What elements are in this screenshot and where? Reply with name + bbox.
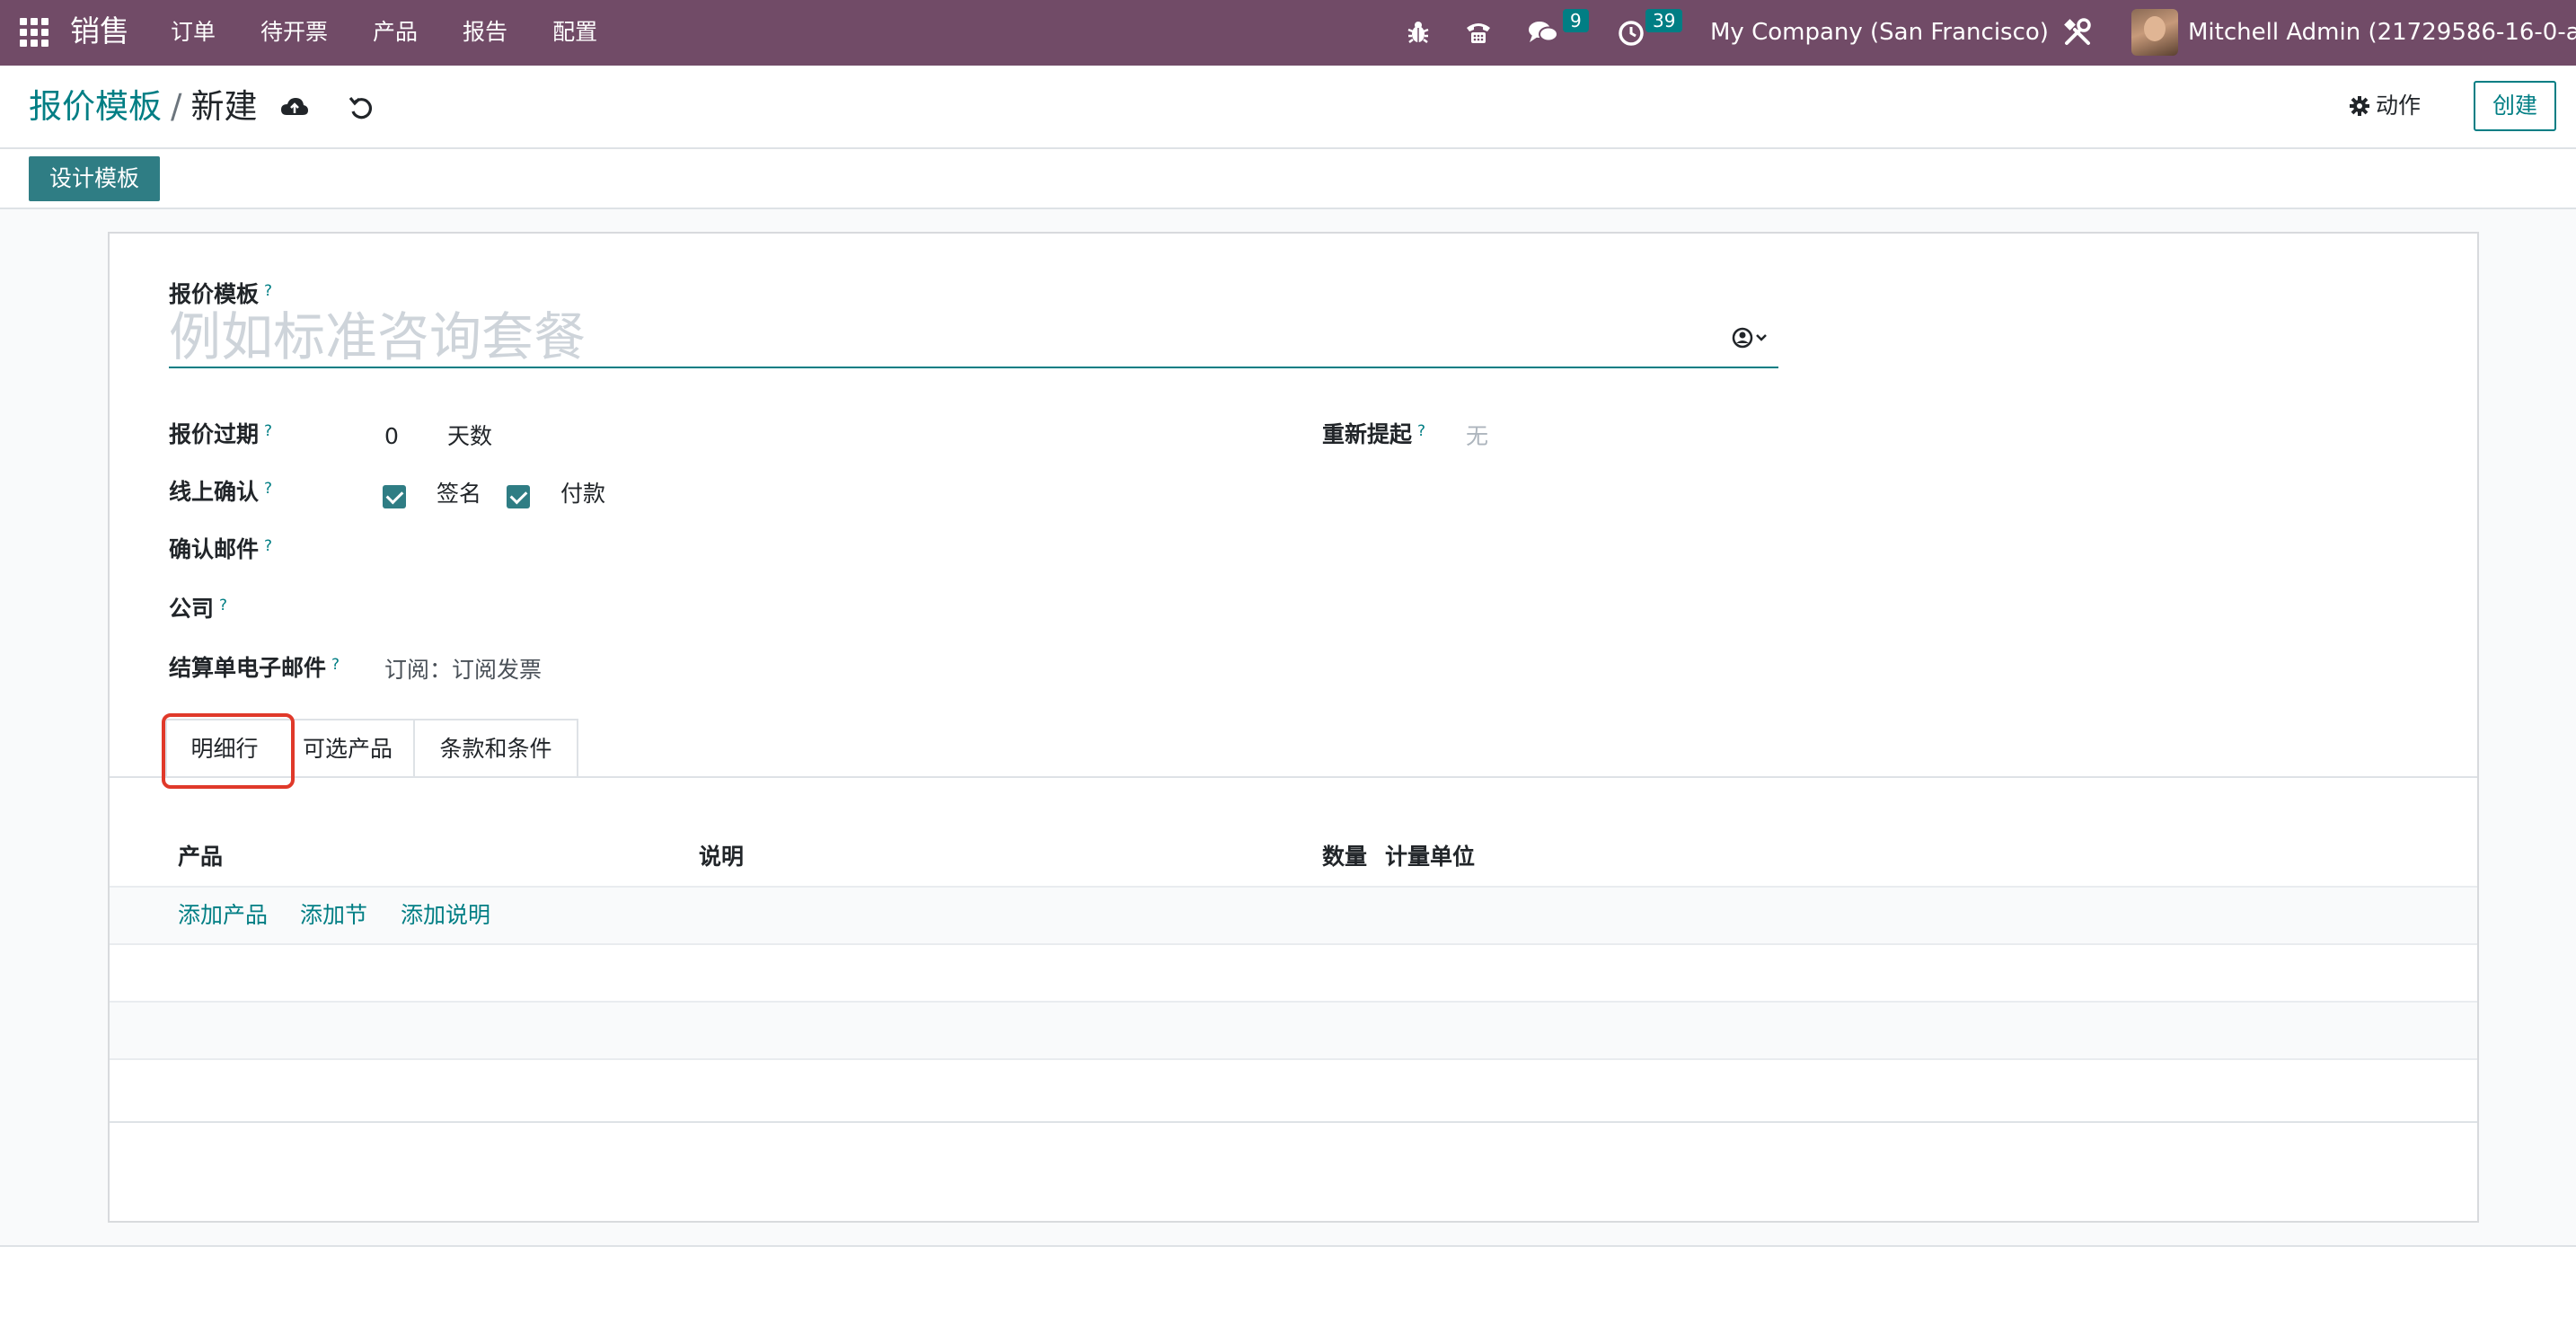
chat-icon	[1529, 22, 1558, 42]
help-tooltip[interactable]: ?	[331, 656, 340, 674]
menu-configuration[interactable]: 配置	[552, 15, 597, 49]
top-navbar: 销售 订单 待开票 产品 报告 配置 9 39 My Company (San …	[0, 0, 2576, 66]
signature-label: 签名	[437, 481, 482, 507]
tab-divider	[110, 776, 2477, 778]
divider	[0, 147, 2576, 149]
create-button[interactable]: 创建	[2474, 81, 2556, 131]
divider	[0, 1245, 2576, 1247]
menu-to-invoice[interactable]: 待开票	[260, 15, 328, 49]
phone-icon[interactable]	[1464, 11, 1493, 54]
column-uom[interactable]: 计量单位	[1385, 841, 1475, 873]
help-tooltip[interactable]: ?	[1417, 422, 1425, 440]
user-menu[interactable]: Mitchell Admin (21729586-16-0-all)	[2188, 14, 2576, 50]
app-brand[interactable]: 销售	[70, 11, 129, 52]
breadcrumb-parent[interactable]: 报价模板	[29, 87, 162, 126]
help-tooltip[interactable]: ?	[264, 480, 272, 498]
help-tooltip[interactable]: ?	[219, 597, 227, 614]
menu-orders[interactable]: 订单	[171, 15, 216, 49]
user-circle-dropdown-icon[interactable]	[1730, 323, 1775, 352]
add-section-link[interactable]: 添加节	[300, 899, 367, 932]
form-sheet: 报价模板? 报价过期? 0 天数 重新提起? 无 线上确认? 签名 付款 确认邮…	[108, 232, 2479, 1223]
messaging-menu[interactable]: 9	[1527, 9, 1590, 54]
online-confirm-label: 线上确认?	[169, 476, 272, 508]
validity-label: 报价过期?	[169, 419, 272, 451]
messages-badge: 9	[1563, 9, 1589, 32]
recurrence-label-text: 重新提起	[1322, 421, 1413, 447]
breadcrumb-separator: /	[171, 87, 182, 126]
help-tooltip[interactable]: ?	[264, 422, 272, 440]
company-switcher[interactable]: My Company (San Francisco)	[1710, 14, 2049, 50]
action-label: 动作	[2376, 93, 2422, 119]
table-row	[110, 1001, 2477, 1058]
main-menu: 订单 待开票 产品 报告 配置	[171, 15, 642, 49]
recurrence-label: 重新提起?	[1322, 419, 1425, 451]
add-note-link[interactable]: 添加说明	[401, 899, 490, 932]
confirm-mail-label-text: 确认邮件	[169, 536, 260, 562]
tab-terms-conditions[interactable]: 条款和条件	[413, 719, 578, 778]
user-avatar[interactable]	[2131, 9, 2178, 56]
column-quantity[interactable]: 数量	[1322, 841, 1367, 873]
add-product-link[interactable]: 添加产品	[178, 899, 268, 932]
company-label-text: 公司	[169, 596, 215, 622]
design-template-button[interactable]: 设计模板	[29, 156, 160, 201]
table-row	[110, 943, 2477, 1001]
column-product[interactable]: 产品	[178, 841, 223, 873]
action-menu-button[interactable]: 动作	[2349, 86, 2421, 126]
invoice-mail-label: 结算单电子邮件?	[169, 652, 340, 685]
discard-undo-icon[interactable]	[345, 92, 377, 124]
tab-order-lines[interactable]: 明细行	[165, 719, 284, 778]
confirm-mail-label: 确认邮件?	[169, 534, 272, 566]
name-label: 报价模板?	[169, 278, 272, 311]
signature-checkbox[interactable]	[383, 485, 406, 508]
lines-table-header: 产品 说明 数量 计量单位	[110, 830, 2477, 886]
invoice-mail-template[interactable]: 订阅：订阅发票	[384, 654, 542, 686]
help-tooltip[interactable]: ?	[264, 282, 272, 300]
template-name-input[interactable]	[169, 307, 1778, 368]
validity-unit: 天数	[447, 423, 493, 449]
invoice-mail-label-text: 结算单电子邮件	[169, 655, 327, 681]
debug-icon[interactable]	[1405, 11, 1432, 54]
tab-optional-products[interactable]: 可选产品	[282, 719, 415, 778]
activities-badge: 39	[1645, 9, 1683, 32]
apps-menu-icon[interactable]	[20, 18, 49, 47]
menu-reporting[interactable]: 报告	[463, 15, 507, 49]
table-row: 添加产品 添加节 添加说明	[110, 886, 2477, 943]
online-confirm-label-text: 线上确认	[169, 479, 260, 505]
gear-icon	[2350, 96, 2369, 116]
clock-icon	[1619, 21, 1644, 46]
payment-label: 付款	[560, 481, 606, 507]
save-cloud-icon[interactable]	[278, 92, 311, 124]
menu-products[interactable]: 产品	[373, 15, 418, 49]
payment-checkbox[interactable]	[507, 485, 530, 508]
breadcrumb-current: 新建	[190, 87, 258, 126]
help-tooltip[interactable]: ?	[264, 537, 272, 555]
recurrence-select[interactable]: 无	[1466, 420, 1488, 453]
name-label-text: 报价模板	[169, 281, 260, 307]
activity-menu[interactable]: 39	[1617, 9, 1689, 54]
company-label: 公司?	[169, 593, 227, 625]
table-bottom-border	[110, 1121, 2477, 1123]
breadcrumb: 报价模板 / 新建	[29, 84, 257, 129]
table-row	[110, 1058, 2477, 1116]
validity-label-text: 报价过期	[169, 421, 260, 447]
validity-days-input[interactable]: 0	[384, 420, 399, 453]
column-description[interactable]: 说明	[699, 841, 744, 873]
tools-icon[interactable]	[2062, 11, 2093, 54]
